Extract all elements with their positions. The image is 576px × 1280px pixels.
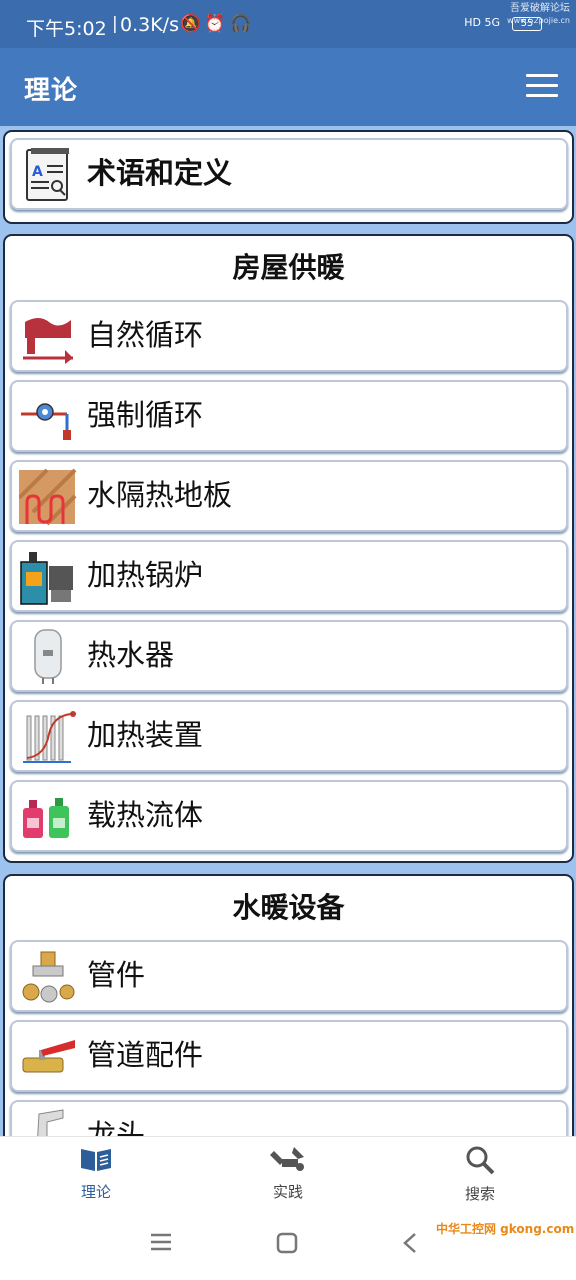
list-item-water-heater[interactable]: 热水器 [10, 620, 568, 692]
back-icon[interactable] [402, 1232, 418, 1258]
corner-watermark: 中华工控网 gkong.com [436, 1222, 575, 1236]
underfloor-heating-icon [17, 468, 77, 526]
radiator-icon [19, 708, 77, 766]
search-icon [425, 1145, 535, 1179]
mute-bell-icon: 🔕 [180, 14, 202, 34]
list-item-label: 加热装置 [87, 718, 204, 752]
list-item-label: 加热锅炉 [87, 558, 204, 592]
tools-icon [233, 1145, 343, 1177]
list-item-boiler[interactable]: 加热锅炉 [10, 540, 568, 612]
watermark-line1: 吾爱破解论坛 [510, 3, 570, 14]
page-title: 理论 [24, 76, 79, 106]
watermark-line2: www.52pojie.cn [507, 16, 570, 25]
status-time: 下午5:02 [26, 18, 107, 40]
water-heater-icon [19, 628, 77, 686]
alarm-icon: ⏰ [204, 14, 226, 34]
valve-icon [19, 1028, 77, 1086]
list-item-faucet[interactable]: 龙头 [10, 1100, 568, 1136]
network-indicator: HD 5G [464, 16, 500, 29]
list-item-pipe-accessories[interactable]: 管道配件 [10, 1020, 568, 1092]
nav-label: 理论 [80, 1183, 111, 1201]
list-item-label: 龙头 [87, 1118, 146, 1136]
pipe-fittings-icon [19, 948, 77, 1006]
status-speed: 0.3K/s [120, 14, 179, 36]
list-item-forced-circulation[interactable]: 强制循环 [10, 380, 568, 452]
section-title: 水暖设备 [232, 891, 345, 924]
list-item-label: 水隔热地板 [87, 478, 233, 512]
list-item-label: 热水器 [87, 638, 175, 672]
natural-circulation-icon [19, 308, 77, 366]
list-item-label: 管道配件 [87, 1038, 204, 1072]
list-item-label: 自然循环 [87, 318, 204, 352]
book-icon: A [19, 146, 77, 204]
terms-card: A 术语和定义 [3, 130, 574, 224]
open-book-icon [41, 1145, 151, 1177]
list-item-heat-fluid[interactable]: 载热流体 [10, 780, 568, 852]
list-item-label: 术语和定义 [87, 156, 233, 190]
nav-tab-theory[interactable]: 理论 [41, 1145, 151, 1202]
list-item-label: 管件 [87, 958, 146, 992]
list-item-underfloor[interactable]: 水隔热地板 [10, 460, 568, 532]
hamburger-menu-icon[interactable] [526, 74, 558, 98]
list-item-natural-circulation[interactable]: 自然循环 [10, 300, 568, 372]
status-watermark: 吾爱破解论坛 www.52pojie.cn [507, 3, 570, 27]
nav-tab-search[interactable]: 搜索 [425, 1145, 535, 1204]
svg-text:A: A [32, 164, 43, 180]
plumbing-section-card: 水暖设备 管件 管道配件 龙头 [3, 874, 574, 1136]
status-bar: 下午5:02 | 0.3K/s 🔕 ⏰ 🎧 HD 5G 55 吾爱破解论坛 ww… [0, 0, 576, 48]
section-title: 房屋供暖 [232, 251, 345, 284]
heat-fluid-icon [19, 788, 77, 846]
list-item-fittings[interactable]: 管件 [10, 940, 568, 1012]
nav-label: 搜索 [464, 1185, 495, 1203]
list-item-terms[interactable]: A 术语和定义 [10, 138, 568, 210]
headset-icon: 🎧 [230, 14, 252, 34]
list-item-heating-device[interactable]: 加热装置 [10, 700, 568, 772]
forced-circulation-icon [19, 388, 77, 446]
app-bar: 理论 [0, 48, 576, 126]
heating-section-card: 房屋供暖 自然循环 强制循环 水隔热地板 加热锅炉 热水器 加热装置 载热流体 [3, 234, 574, 863]
bottom-navigation: 理论 实践 搜索 [0, 1136, 576, 1214]
nav-label: 实践 [272, 1183, 303, 1201]
content-area[interactable]: A 术语和定义 房屋供暖 自然循环 强制循环 水隔热地板 加热锅炉 热水器 加热… [0, 126, 576, 1136]
recent-apps-icon[interactable] [150, 1232, 172, 1256]
status-separator: | [112, 14, 118, 34]
list-item-label: 载热流体 [87, 798, 204, 832]
faucet-icon [19, 1108, 77, 1136]
nav-tab-practice[interactable]: 实践 [233, 1145, 343, 1202]
list-item-label: 强制循环 [87, 398, 204, 432]
boiler-icon [19, 548, 77, 606]
home-icon[interactable] [276, 1232, 298, 1258]
